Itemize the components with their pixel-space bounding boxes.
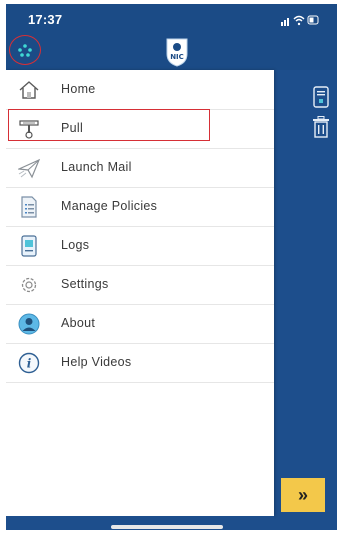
app-bar: NIC <box>6 34 337 70</box>
gear-icon <box>18 274 40 296</box>
person-icon <box>18 313 40 335</box>
status-time: 17:37 <box>28 12 63 27</box>
menu-item-pull[interactable]: Pull <box>6 109 274 149</box>
menu-item-home[interactable]: Home <box>6 70 274 110</box>
app-screen: 17:37 NIC » Home Pull Launch Mail Manage… <box>6 4 337 530</box>
menu-item-launch-mail[interactable]: Launch Mail <box>6 148 274 188</box>
paper-plane-icon <box>18 157 40 179</box>
menu-item-logs[interactable]: Logs <box>6 226 274 266</box>
document-list-icon <box>18 196 40 218</box>
menu-item-help-videos[interactable]: i Help Videos <box>6 343 274 383</box>
status-bar: 17:37 <box>6 4 337 34</box>
menu-item-label: About <box>61 316 96 330</box>
menu-item-label: Launch Mail <box>61 160 132 174</box>
menu-item-manage-policies[interactable]: Manage Policies <box>6 187 274 227</box>
home-icon <box>18 79 40 101</box>
nic-logo: NIC <box>163 36 191 68</box>
trash-icon[interactable] <box>312 116 330 138</box>
menu-button[interactable] <box>9 35 41 67</box>
logo-text: NIC <box>170 53 184 61</box>
menu-item-label: Home <box>61 82 96 96</box>
logs-icon <box>18 235 40 257</box>
content-panel <box>274 70 337 530</box>
signal-wifi-battery-icon <box>281 15 319 26</box>
menu-dots-icon <box>18 44 32 57</box>
nic-shield-icon: NIC <box>166 38 188 67</box>
menu-item-label: Help Videos <box>61 355 132 369</box>
menu-item-settings[interactable]: Settings <box>6 265 274 305</box>
logs-icon[interactable] <box>312 86 330 108</box>
menu-item-about[interactable]: About <box>6 304 274 344</box>
info-icon: i <box>18 352 40 374</box>
menu-item-label: Pull <box>61 121 84 135</box>
svg-text:i: i <box>27 357 32 371</box>
next-button-label: » <box>297 484 308 505</box>
pull-icon <box>18 118 40 140</box>
status-icons <box>281 14 321 26</box>
menu-item-label: Logs <box>61 238 90 252</box>
home-indicator <box>111 525 223 529</box>
menu-item-label: Settings <box>61 277 109 291</box>
menu-item-label: Manage Policies <box>61 199 158 213</box>
next-button[interactable]: » <box>281 478 325 512</box>
navigation-drawer: Home Pull Launch Mail Manage Policies Lo… <box>6 70 274 516</box>
